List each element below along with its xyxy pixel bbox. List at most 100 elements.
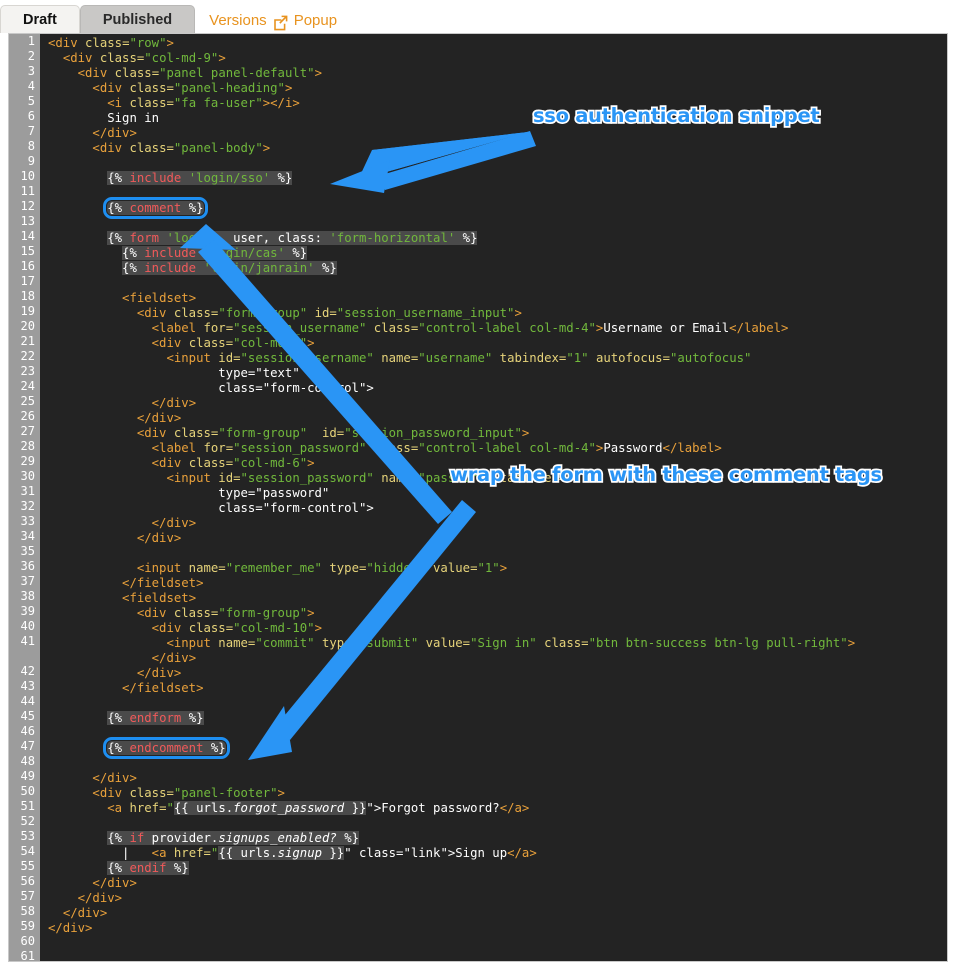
code-line[interactable]: {% include 'login/cas' %} [48, 246, 947, 261]
code-line[interactable]: <div class="panel-footer"> [48, 786, 947, 801]
code-line[interactable]: </div> [48, 891, 947, 906]
line-number: 25 [20, 394, 35, 408]
code-line[interactable] [48, 186, 947, 201]
code-line[interactable] [48, 816, 947, 831]
line-number: 61 [20, 949, 35, 962]
code-line[interactable] [48, 726, 947, 741]
code-line[interactable]: </div> [48, 396, 947, 411]
code-line[interactable]: </div> [48, 651, 947, 666]
annotation-wrap-text: wrap the form with these comment tags [450, 463, 882, 486]
code-line[interactable]: </div> [48, 876, 947, 891]
line-number: 47 [20, 739, 35, 753]
line-number: 8 [27, 139, 35, 153]
code-line[interactable]: {% if provider.signups_enabled? %} [48, 831, 947, 846]
line-number: 42 [20, 664, 35, 678]
code-line[interactable]: {% form 'login', user, class: 'form-hori… [48, 231, 947, 246]
code-line[interactable]: <fieldset> [48, 591, 947, 606]
code-line[interactable]: {% endif %} [48, 861, 947, 876]
line-number: 4 [27, 79, 35, 93]
line-number: 2 [27, 49, 35, 63]
code-line[interactable] [48, 756, 947, 771]
code-line[interactable]: </fieldset> [48, 681, 947, 696]
code-line[interactable]: </div> [48, 771, 947, 786]
line-number: 50 [20, 784, 35, 798]
code-line[interactable]: <label for="session_password" class="con… [48, 441, 947, 456]
code-line[interactable]: <div class="panel-body"> [48, 141, 947, 156]
line-number: 45 [20, 709, 35, 723]
code-line[interactable] [48, 156, 947, 171]
code-line[interactable]: class="form-control"> [48, 381, 947, 396]
code-editor[interactable]: 1 2 3 4 5 6 7 8 9 10 11 12 13 14 15 16 1… [8, 33, 948, 962]
code-line[interactable]: type="text" [48, 366, 947, 381]
line-number: 49 [20, 769, 35, 783]
code-line[interactable]: </div> [48, 921, 947, 936]
code-line[interactable] [48, 546, 947, 561]
code-line[interactable]: <label for="session_username" class="con… [48, 321, 947, 336]
code-line[interactable]: </div> [48, 516, 947, 531]
external-link-icon[interactable] [272, 14, 289, 31]
line-number: 35 [20, 544, 35, 558]
line-number: 19 [20, 304, 35, 318]
code-line[interactable]: </div> [48, 666, 947, 681]
line-number: 7 [27, 124, 35, 138]
line-number: 55 [20, 859, 35, 873]
code-line[interactable]: </div> [48, 126, 947, 141]
popup-link[interactable]: Popup [294, 12, 337, 29]
highlighted-liquid-tag: {% comment %} [103, 197, 208, 219]
line-number: 17 [20, 274, 35, 288]
line-number: 26 [20, 409, 35, 423]
code-line[interactable]: type="password" [48, 486, 947, 501]
code-line[interactable]: </div> [48, 411, 947, 426]
code-line[interactable] [48, 696, 947, 711]
code-line[interactable]: <div class="col-md-6"> [48, 336, 947, 351]
line-number: 32 [20, 499, 35, 513]
line-number-gutter: 1 2 3 4 5 6 7 8 9 10 11 12 13 14 15 16 1… [9, 34, 40, 961]
line-number: 13 [20, 214, 35, 228]
code-line[interactable]: {% include 'login/janrain' %} [48, 261, 947, 276]
code-line[interactable]: </div> [48, 906, 947, 921]
code-line[interactable]: <div class="form-group" id="session_pass… [48, 426, 947, 441]
line-number: 16 [20, 259, 35, 273]
code-line[interactable]: {% endform %} [48, 711, 947, 726]
code-line[interactable]: <div class="form-group" id="session_user… [48, 306, 947, 321]
code-line[interactable]: <a href="{{ urls.forgot_password }}">For… [48, 801, 947, 816]
line-number: 18 [20, 289, 35, 303]
code-line[interactable]: </fieldset> [48, 576, 947, 591]
code-line[interactable]: <input name="remember_me" type="hidden" … [48, 561, 947, 576]
code-line[interactable]: <div class="col-md-9"> [48, 51, 947, 66]
line-number: 38 [20, 589, 35, 603]
code-line[interactable]: <div class="panel-heading"> [48, 81, 947, 96]
code-line[interactable]: {% comment %} [48, 197, 947, 219]
line-number: 27 [20, 424, 35, 438]
code-line[interactable]: <div class="row"> [48, 36, 947, 51]
code-line[interactable]: <div class="col-md-10"> [48, 621, 947, 636]
code-line[interactable]: <div class="form-group"> [48, 606, 947, 621]
code-line[interactable]: <div class="panel panel-default"> [48, 66, 947, 81]
line-number: 56 [20, 874, 35, 888]
line-number: 44 [20, 694, 35, 708]
code-line[interactable] [48, 936, 947, 951]
code-content[interactable]: <div class="row"> <div class="col-md-9">… [42, 34, 947, 961]
annotation-sso-text: sso authentication snippet [533, 104, 820, 127]
line-number: 59 [20, 919, 35, 933]
code-line[interactable]: {% include 'login/sso' %} [48, 171, 947, 186]
code-line[interactable]: {% endcomment %} [48, 737, 947, 759]
line-number: 1 [27, 34, 35, 48]
code-line[interactable] [48, 216, 947, 231]
tab-bar: Draft Published Versions Popup [0, 0, 958, 33]
line-number: 22 [20, 349, 35, 363]
line-number: 37 [20, 574, 35, 588]
versions-link[interactable]: Versions [209, 12, 267, 29]
line-number: 11 [20, 184, 35, 198]
code-line[interactable]: <fieldset> [48, 291, 947, 306]
code-line[interactable] [48, 276, 947, 291]
line-number: 48 [20, 754, 35, 768]
code-line[interactable]: </div> [48, 531, 947, 546]
code-line[interactable]: | <a href="{{ urls.signup }}" class="lin… [48, 846, 947, 861]
code-line[interactable]: <input id="session_username" name="usern… [48, 351, 947, 366]
code-line[interactable]: <input name="commit" type="submit" value… [48, 636, 947, 651]
tab-draft[interactable]: Draft [0, 5, 80, 33]
code-line[interactable]: class="form-control"> [48, 501, 947, 516]
annotation-wrap: wrap the form with these comment tags wr… [448, 461, 884, 487]
tab-published[interactable]: Published [79, 5, 196, 33]
